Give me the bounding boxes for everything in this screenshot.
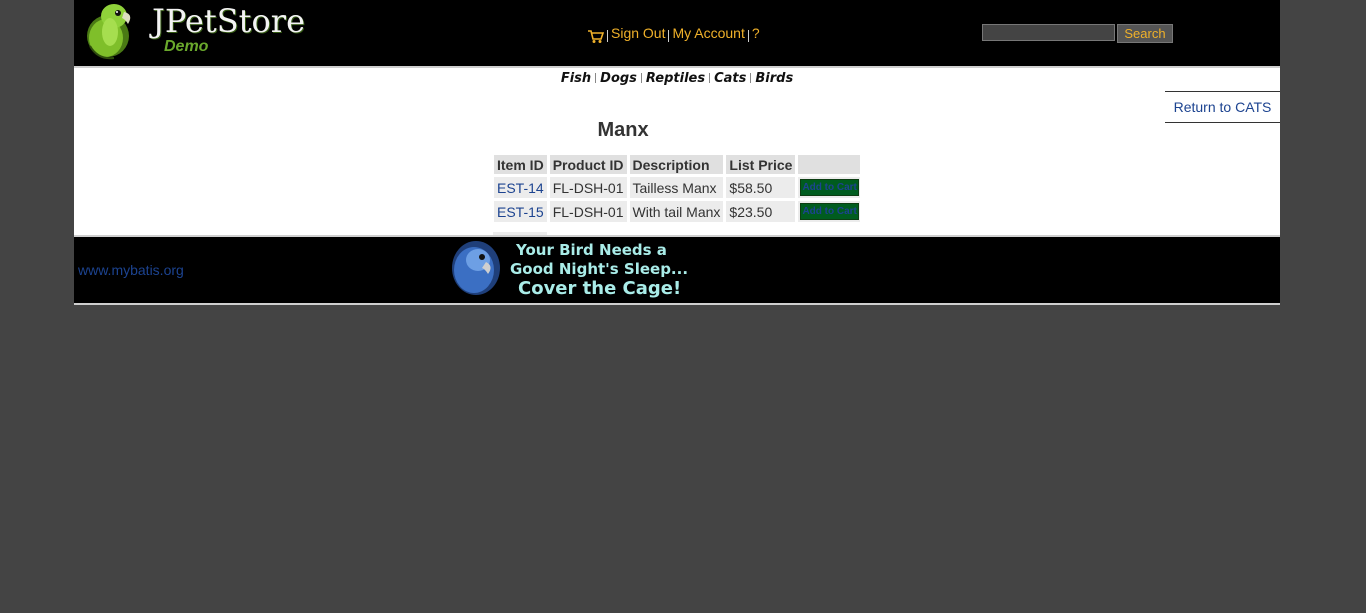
item-id-cell: EST-14 (494, 177, 547, 198)
mybatis-link[interactable]: www.mybatis.org (78, 262, 184, 278)
header-menu: Sign Out My Account? (587, 25, 760, 47)
action-cell: Add to Cart (798, 201, 860, 222)
footer-link-box: www.mybatis.org (78, 262, 184, 278)
item-id-cell: EST-15 (494, 201, 547, 222)
menu-separator (747, 30, 749, 42)
menu-separator (607, 30, 608, 42)
logo-subtitle: Demo (164, 38, 209, 55)
quicklink-separator (750, 73, 752, 83)
column-header-action (798, 155, 860, 174)
description-cell: Tailless Manx (629, 177, 724, 198)
logo[interactable]: JPetStore Demo (84, 2, 305, 60)
my-account-link[interactable]: My Account (672, 25, 744, 41)
quicklink-fish[interactable]: Fish (561, 71, 591, 86)
category-quicklinks: Fish Dogs Reptiles Cats Birds (74, 68, 1280, 90)
search-button[interactable]: Search (1117, 24, 1173, 43)
return-to-cats-link[interactable]: Return to CATS (1174, 99, 1272, 115)
column-header-description: Description (629, 155, 724, 174)
quicklink-dogs[interactable]: Dogs (600, 71, 637, 86)
page-wrapper: JPetStore Demo Sign Out My Account? Searc… (74, 0, 1280, 305)
banner-line-3: Cover the Cage! (518, 278, 681, 299)
quicklink-separator (640, 73, 642, 83)
quicklink-cats[interactable]: Cats (714, 71, 746, 86)
action-cell: Add to Cart (798, 177, 860, 198)
banner-line-2: Good Night's Sleep... (510, 260, 688, 278)
shopping-cart-icon[interactable] (587, 29, 605, 47)
parrot-logo-icon (87, 4, 131, 60)
table-header-row: Item ID Product ID Description List Pric… (494, 155, 860, 174)
item-id-link[interactable]: EST-14 (497, 180, 544, 196)
table-footer-cell (493, 232, 547, 235)
price-cell: $58.50 (726, 177, 796, 198)
product-title: Manx (597, 119, 649, 141)
quicklink-reptiles[interactable]: Reptiles (646, 71, 705, 86)
header: JPetStore Demo Sign Out My Account? Searc… (74, 0, 1280, 68)
column-header-item-id: Item ID (494, 155, 547, 174)
add-to-cart-button[interactable]: Add to Cart (800, 179, 859, 196)
parrot-banner-image[interactable]: Your Bird Needs a Good Night's Sleep... … (448, 238, 706, 300)
quicklink-separator (595, 73, 597, 83)
banner-line-1: Your Bird Needs a (515, 241, 667, 259)
description-cell: With tail Manx (629, 201, 724, 222)
help-link[interactable]: ? (752, 25, 760, 41)
logo-title: JPetStore (152, 2, 305, 40)
sign-out-link[interactable]: Sign Out (611, 25, 665, 41)
items-table: Item ID Product ID Description List Pric… (491, 152, 863, 225)
menu-separator (668, 30, 670, 42)
quicklink-birds[interactable]: Birds (755, 71, 793, 86)
product-id-cell: FL-DSH-01 (549, 201, 627, 222)
search-form: Search (982, 24, 1173, 43)
price-cell: $23.50 (726, 201, 796, 222)
add-to-cart-button[interactable]: Add to Cart (800, 203, 859, 220)
quicklink-separator (709, 73, 711, 83)
column-header-product-id: Product ID (549, 155, 627, 174)
search-input[interactable] (982, 24, 1115, 41)
footer: www.mybatis.org Your Bird Needs a Good N… (74, 237, 1280, 305)
main-content: Return to CATS Manx Item ID Product ID D… (74, 90, 1280, 237)
table-row: EST-14 FL-DSH-01 Tailless Manx $58.50 Ad… (494, 177, 860, 198)
column-header-list-price: List Price (726, 155, 796, 174)
item-id-link[interactable]: EST-15 (497, 204, 544, 220)
product-id-cell: FL-DSH-01 (549, 177, 627, 198)
table-row: EST-15 FL-DSH-01 With tail Manx $23.50 A… (494, 201, 860, 222)
back-link-box: Return to CATS (1165, 91, 1280, 123)
